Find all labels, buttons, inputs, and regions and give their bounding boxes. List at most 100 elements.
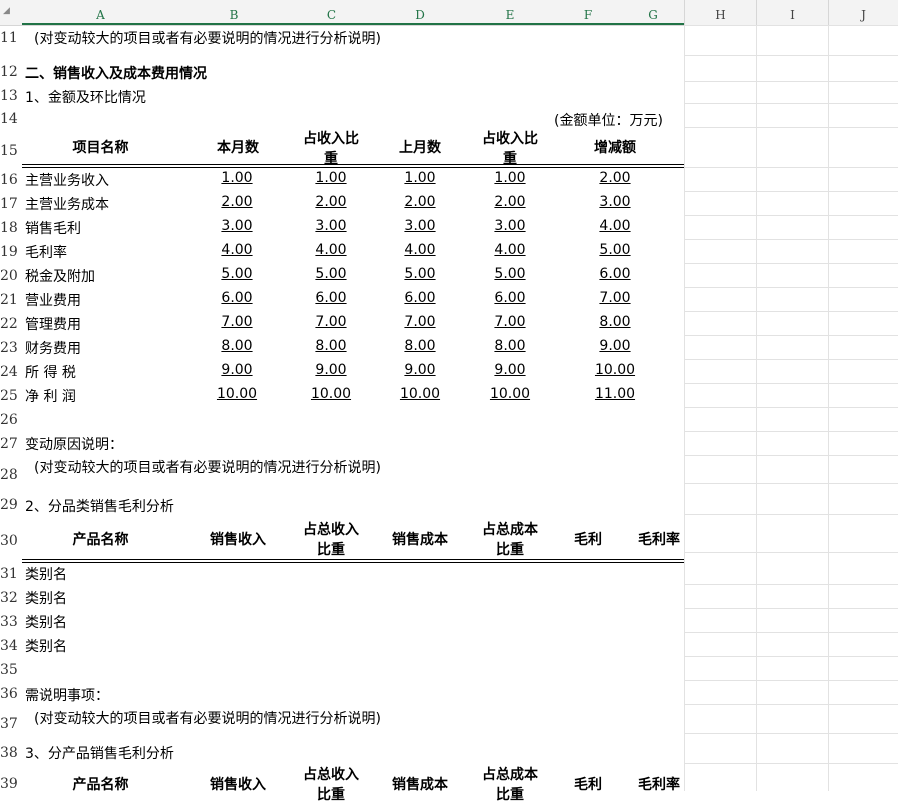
row-number[interactable]: 22 [0, 316, 20, 332]
table1-value-cell[interactable]: 5.00 [197, 266, 277, 282]
table3-header-margin-rate[interactable]: 毛利率 [630, 775, 688, 795]
row-number[interactable]: 36 [0, 686, 20, 702]
table1-value-cell[interactable]: 1.00 [291, 170, 371, 186]
table1-value-cell[interactable]: 3.00 [470, 218, 550, 234]
table1-value-cell[interactable]: 6.00 [291, 290, 371, 306]
table1-value-cell[interactable]: 5.00 [470, 266, 550, 282]
table1-row-name[interactable]: 销售毛利 [25, 218, 81, 238]
row-number[interactable]: 17 [0, 196, 20, 212]
table1-value-cell[interactable]: 4.00 [470, 242, 550, 258]
select-all-corner-icon[interactable]: ◢ [3, 6, 10, 16]
table1-value-cell[interactable]: 7.00 [197, 314, 277, 330]
column-header-e[interactable]: E [466, 0, 554, 25]
table1-row-name[interactable]: 净 利 润 [25, 386, 76, 406]
table2-header-margin-rate[interactable]: 毛利率 [630, 530, 688, 550]
table1-row-name[interactable]: 毛利率 [25, 242, 67, 262]
column-header-g[interactable]: G [622, 0, 684, 25]
table1-row-name[interactable]: 主营业务成本 [25, 194, 109, 214]
table1-row-name[interactable]: 财务费用 [25, 338, 81, 358]
table1-value-cell[interactable]: 10.00 [197, 386, 277, 402]
table1-value-cell[interactable]: 9.00 [197, 362, 277, 378]
row-number[interactable]: 32 [0, 590, 20, 606]
table1-value-cell[interactable]: 5.00 [575, 242, 655, 258]
notes-note[interactable]: (对变动较大的项目或者有必要说明的情况进行分析说明) [34, 708, 381, 728]
table1-value-cell[interactable]: 7.00 [470, 314, 550, 330]
column-header-b[interactable]: B [179, 0, 289, 25]
table1-value-cell[interactable]: 8.00 [197, 338, 277, 354]
table2-header-margin[interactable]: 毛利 [554, 530, 622, 550]
table3-header-margin[interactable]: 毛利 [554, 775, 622, 795]
reason-note[interactable]: (对变动较大的项目或者有必要说明的情况进行分析说明) [34, 457, 381, 477]
table1-value-cell[interactable]: 6.00 [470, 290, 550, 306]
row-number[interactable]: 25 [0, 388, 20, 404]
table1-header-change[interactable]: 增减额 [575, 138, 655, 158]
row-number[interactable]: 15 [0, 143, 20, 159]
table1-value-cell[interactable]: 2.00 [380, 194, 460, 210]
row-number[interactable]: 29 [0, 497, 20, 513]
row-number[interactable]: 11 [0, 30, 20, 46]
table3-header-revenue[interactable]: 销售收入 [179, 775, 297, 795]
row-number[interactable]: 38 [0, 745, 20, 761]
row-number[interactable]: 23 [0, 340, 20, 356]
table2-header-revenue-ratio[interactable]: 占总收入比重 [297, 520, 365, 560]
table2-row-category[interactable]: 类别名 [25, 564, 67, 584]
table1-value-cell[interactable]: 10.00 [291, 386, 371, 402]
table1-value-cell[interactable]: 8.00 [470, 338, 550, 354]
row-number[interactable]: 20 [0, 268, 20, 284]
table1-value-cell[interactable]: 1.00 [380, 170, 460, 186]
table1-header-previous[interactable]: 上月数 [374, 138, 466, 158]
table1-header-current[interactable]: 本月数 [179, 138, 297, 158]
table1-value-cell[interactable]: 8.00 [575, 314, 655, 330]
table2-row-category[interactable]: 类别名 [25, 612, 67, 632]
table1-value-cell[interactable]: 6.00 [575, 266, 655, 282]
table1-value-cell[interactable]: 10.00 [470, 386, 550, 402]
column-header-h[interactable]: H [684, 0, 756, 25]
table1-value-cell[interactable]: 9.00 [470, 362, 550, 378]
table3-header-cost-ratio[interactable]: 占总成本比重 [476, 765, 544, 805]
table1-value-cell[interactable]: 4.00 [575, 218, 655, 234]
table3-header-cost[interactable]: 销售成本 [374, 775, 466, 795]
table1-value-cell[interactable]: 4.00 [197, 242, 277, 258]
table1-row-name[interactable]: 管理费用 [25, 314, 81, 334]
row-number[interactable]: 21 [0, 292, 20, 308]
table2-header-cost-ratio[interactable]: 占总成本比重 [476, 520, 544, 560]
table1-value-cell[interactable]: 1.00 [470, 170, 550, 186]
row-number[interactable]: 12 [0, 64, 20, 80]
table1-value-cell[interactable]: 7.00 [575, 290, 655, 306]
row-number[interactable]: 35 [0, 662, 20, 678]
row-number[interactable]: 27 [0, 436, 20, 452]
row-number[interactable]: 39 [0, 776, 20, 792]
subsection-3-title[interactable]: 3、分产品销售毛利分析 [25, 743, 174, 763]
table1-value-cell[interactable]: 8.00 [380, 338, 460, 354]
row-number[interactable]: 28 [0, 467, 20, 483]
row-number[interactable]: 16 [0, 172, 20, 188]
intro-note[interactable]: (对变动较大的项目或者有必要说明的情况进行分析说明) [34, 28, 381, 48]
table1-value-cell[interactable]: 6.00 [197, 290, 277, 306]
table1-value-cell[interactable]: 9.00 [575, 338, 655, 354]
table1-value-cell[interactable]: 2.00 [575, 170, 655, 186]
column-header-a[interactable]: A [22, 0, 179, 25]
notes-label[interactable]: 需说明事项： [25, 685, 109, 705]
table1-value-cell[interactable]: 3.00 [380, 218, 460, 234]
column-header-j[interactable]: J [828, 0, 898, 25]
unit-note[interactable]: (金额单位：万元) [554, 110, 663, 130]
row-number[interactable]: 18 [0, 220, 20, 236]
subsection-1-title[interactable]: 1、金额及环比情况 [25, 87, 146, 107]
table1-value-cell[interactable]: 2.00 [291, 194, 371, 210]
reason-label[interactable]: 变动原因说明： [25, 434, 123, 454]
table1-row-name[interactable]: 所 得 税 [25, 362, 76, 382]
row-number[interactable]: 31 [0, 566, 20, 582]
table1-value-cell[interactable]: 4.00 [380, 242, 460, 258]
column-header-d[interactable]: D [374, 0, 466, 25]
row-number[interactable]: 26 [0, 412, 20, 428]
table2-row-category[interactable]: 类别名 [25, 636, 67, 656]
table2-header-revenue[interactable]: 销售收入 [179, 530, 297, 550]
row-number[interactable]: 14 [0, 111, 20, 127]
table1-value-cell[interactable]: 3.00 [291, 218, 371, 234]
column-header-i[interactable]: I [756, 0, 828, 25]
table1-value-cell[interactable]: 10.00 [380, 386, 460, 402]
table1-value-cell[interactable]: 3.00 [197, 218, 277, 234]
table1-value-cell[interactable]: 6.00 [380, 290, 460, 306]
table1-value-cell[interactable]: 1.00 [197, 170, 277, 186]
table1-row-name[interactable]: 主营业务收入 [25, 170, 109, 190]
